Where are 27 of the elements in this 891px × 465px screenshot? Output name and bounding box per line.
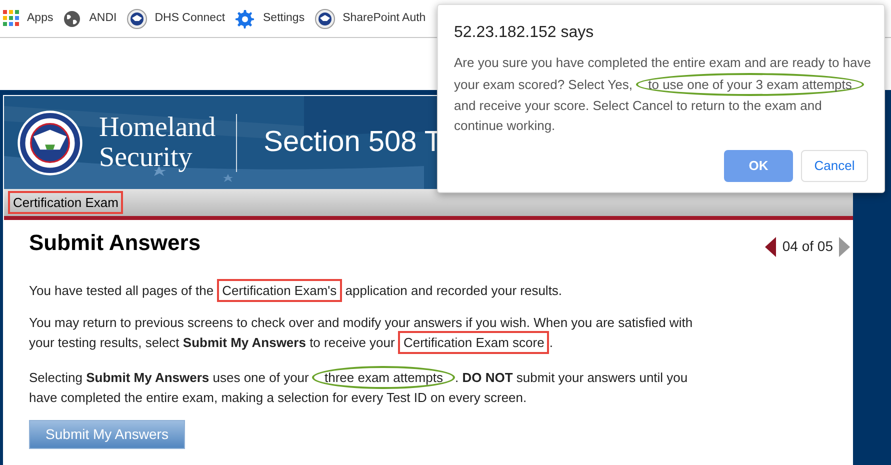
page-indicator: 04 of 05 — [782, 237, 833, 256]
highlight-ellipse: to use one of your 3 exam attempts — [636, 73, 864, 96]
seal-icon — [17, 110, 83, 176]
bookmark-link[interactable]: SharePoint Auth — [314, 8, 426, 28]
bookmark-link[interactable]: DHS Connect — [126, 8, 226, 28]
bookmark-link[interactable]: Apps — [3, 8, 54, 28]
breadcrumb-label: Certification Exam — [8, 191, 124, 214]
highlight-rectangle: Certification Exam score — [398, 331, 550, 354]
paragraph: Selecting Submit My Answers uses one of your three exam attempts . DO NOT submit your answers until you have completed the entire exam, making a selection for every Test ID on every screen. — [29, 366, 719, 406]
bookmark-link[interactable]: ANDI — [63, 10, 117, 28]
previous-page-icon[interactable] — [765, 236, 776, 256]
agency-name-line: Security — [99, 142, 194, 172]
dialog-message: Are you sure you have completed the entire exam and are ready to have your exam scored? Select Yes, to use one of your 3 exam attempts and receive your score. Select Cancel to return to the exam and continue working. — [454, 54, 872, 135]
agency-name-line: Homeland — [99, 112, 216, 142]
dialog-title: 52.23.182.152 says — [454, 23, 595, 43]
seal-icon — [126, 8, 147, 28]
paragraph: You have tested all pages of the Certification Exam's application and recorded your results. — [29, 279, 719, 302]
bookmark-link[interactable]: Settings — [235, 8, 305, 28]
paragraph: You may return to previous screens to check over and modify your answers if you wish. When you are satisfied with your testing results, select Submit My Answers to receive your Certification Exam score . — [29, 314, 719, 354]
gear-icon — [235, 8, 256, 28]
cancel-button[interactable]: Cancel — [801, 150, 868, 182]
section-heading: Submit Answers — [29, 229, 201, 257]
apps-grid-icon — [3, 8, 19, 28]
highlight-ellipse: three exam attempts — [312, 366, 455, 389]
seal-icon — [314, 8, 335, 28]
highlight-rectangle: Certification Exam's — [217, 279, 342, 302]
next-page-icon[interactable] — [839, 236, 850, 256]
